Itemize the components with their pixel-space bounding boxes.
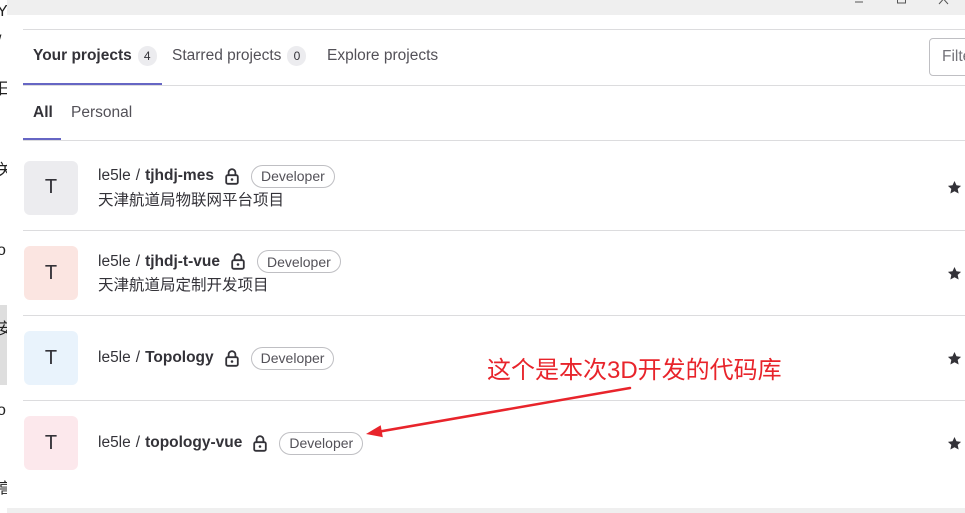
tab-label: Personal bbox=[71, 104, 133, 121]
star-button[interactable] bbox=[946, 350, 962, 366]
annotation-text: 这个是本次3D开发的代码库 bbox=[487, 357, 782, 384]
lock-icon bbox=[225, 167, 239, 185]
project-title: le5le / tjhdj-t-vue Developer bbox=[98, 250, 341, 273]
divider bbox=[23, 140, 965, 141]
star-icon bbox=[947, 436, 961, 449]
close-button[interactable] bbox=[938, 0, 950, 6]
background-window-text: 安 bbox=[0, 321, 7, 339]
avatar-letter: T bbox=[44, 346, 58, 369]
project-name: tjhdj-mes bbox=[145, 167, 214, 184]
project-title: le5le / tjhdj-mes Developer bbox=[98, 164, 335, 188]
project-link[interactable]: le5le / tjhdj-t-vue bbox=[98, 253, 220, 271]
project-row: T le5le / topology-vue Developer bbox=[23, 400, 965, 485]
project-row: T le5le / tjhdj-t-vue Developer 天津航道局定制开… bbox=[23, 230, 965, 315]
star-button[interactable] bbox=[946, 180, 962, 196]
maximize-button[interactable] bbox=[895, 0, 907, 6]
background-window-text: / bbox=[0, 33, 1, 51]
project-avatar[interactable]: T bbox=[24, 246, 78, 300]
tab-count-badge: 0 bbox=[287, 46, 307, 66]
lock-icon bbox=[231, 253, 245, 270]
project-link[interactable]: le5le / Topology bbox=[98, 349, 214, 367]
star-icon bbox=[947, 266, 961, 279]
role-badge: Developer bbox=[256, 250, 341, 273]
tab-all[interactable]: All bbox=[23, 86, 61, 140]
project-info: le5le / Topology Developer bbox=[98, 346, 335, 370]
project-namespace: le5le bbox=[98, 167, 131, 184]
lock-icon bbox=[224, 349, 239, 367]
project-info: le5le / tjhdj-mes Developer 天津航道局物联网平台项目 bbox=[98, 164, 335, 211]
minimize-icon bbox=[855, 1, 863, 3]
project-row: T le5le / tjhdj-mes Developer 天津航道局物联网平台… bbox=[23, 145, 965, 230]
project-name: topology-vue bbox=[145, 434, 243, 451]
path-separator: / bbox=[135, 434, 141, 451]
background-window-text: 关 bbox=[0, 162, 7, 180]
background-window-text: 高 bbox=[0, 481, 7, 499]
project-list: T le5le / tjhdj-mes Developer 天津航道局物联网平台… bbox=[23, 145, 965, 485]
star-button[interactable] bbox=[946, 265, 962, 281]
role-badge: Developer bbox=[250, 164, 335, 188]
project-link[interactable]: le5le / tjhdj-mes bbox=[98, 167, 214, 185]
project-avatar[interactable]: T bbox=[24, 416, 78, 470]
project-name: tjhdj-t-vue bbox=[145, 252, 220, 270]
divider bbox=[23, 85, 965, 86]
background-window-highlight bbox=[0, 305, 7, 385]
close-icon bbox=[938, 0, 949, 5]
tab-count-badge: 4 bbox=[137, 46, 157, 66]
project-title: le5le / Topology Developer bbox=[98, 346, 335, 370]
project-namespace: le5le bbox=[98, 349, 131, 366]
project-name: Topology bbox=[145, 349, 214, 366]
avatar-letter: T bbox=[44, 176, 58, 198]
role-badge: Developer bbox=[250, 346, 335, 370]
path-separator: / bbox=[135, 252, 141, 270]
star-icon bbox=[947, 180, 961, 194]
project-namespace: le5le bbox=[98, 252, 131, 270]
tab-label: All bbox=[33, 104, 53, 121]
project-info: le5le / tjhdj-t-vue Developer 天津航道局定制开发项… bbox=[98, 250, 341, 296]
filter-box bbox=[929, 38, 965, 76]
background-window-text: 日 bbox=[0, 81, 7, 99]
star-icon bbox=[947, 351, 961, 364]
tab-label: Starred projects bbox=[172, 47, 282, 64]
filter-input[interactable] bbox=[929, 38, 965, 76]
tab-explore-projects[interactable]: Explore projects bbox=[317, 30, 457, 85]
background-window-text: o bbox=[0, 242, 6, 259]
project-link[interactable]: le5le / topology-vue bbox=[98, 434, 242, 452]
tab-your-projects[interactable]: Your projects 4 bbox=[23, 30, 162, 85]
background-window-text: Y bbox=[0, 3, 7, 20]
avatar-letter: T bbox=[44, 431, 58, 454]
path-separator: / bbox=[135, 349, 141, 366]
project-info: le5le / topology-vue Developer bbox=[98, 431, 364, 455]
background-window: Y / 日 关 o 安 o 高 bbox=[0, 0, 7, 513]
tab-label: Explore projects bbox=[327, 47, 439, 64]
project-description: 天津航道局定制开发项目 bbox=[98, 277, 269, 294]
role-badge: Developer bbox=[279, 431, 364, 455]
tab-personal[interactable]: Personal bbox=[61, 86, 151, 140]
minimize-button[interactable] bbox=[853, 0, 865, 6]
tab-label: Your projects bbox=[33, 47, 132, 64]
star-button[interactable] bbox=[946, 435, 962, 451]
project-description: 天津航道局物联网平台项目 bbox=[98, 191, 285, 209]
avatar-letter: T bbox=[44, 261, 58, 284]
project-namespace: le5le bbox=[98, 434, 131, 451]
lock-icon bbox=[253, 434, 268, 452]
project-title: le5le / topology-vue Developer bbox=[98, 431, 364, 455]
maximize-icon bbox=[897, 0, 906, 4]
project-avatar[interactable]: T bbox=[24, 160, 78, 215]
path-separator: / bbox=[135, 167, 141, 184]
tab-starred-projects[interactable]: Starred projects 0 bbox=[162, 30, 317, 85]
background-window-text: o bbox=[0, 402, 6, 419]
project-avatar[interactable]: T bbox=[24, 331, 78, 385]
